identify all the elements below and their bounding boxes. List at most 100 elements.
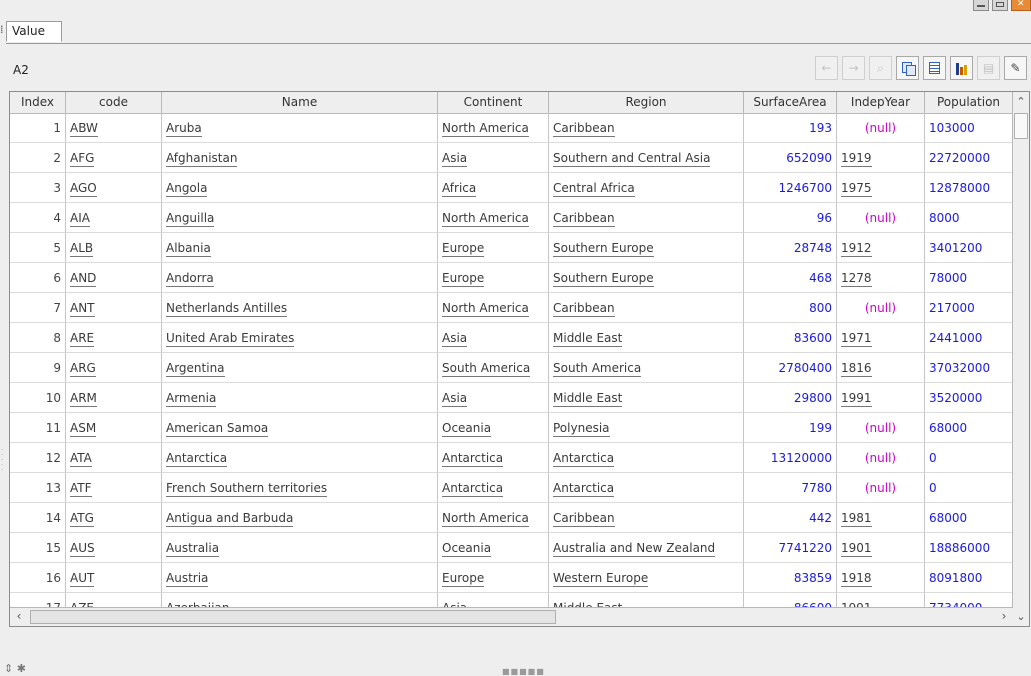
table-row[interactable]: 3 AGO Angola Africa Central Africa 1246700 197… xyxy=(10,173,1013,203)
table-cell[interactable]: Caribbean xyxy=(549,113,744,143)
column-header[interactable]: Region xyxy=(549,92,744,113)
table-row[interactable]: 8 ARE United Arab Emirates Asia Middle East 8… xyxy=(10,323,1013,353)
table-cell[interactable]: AUT xyxy=(66,563,162,593)
vertical-scroll-thumb[interactable] xyxy=(1014,113,1028,139)
back-button[interactable]: ← xyxy=(815,56,838,80)
table-row[interactable]: 5 ALB Albania Europe Southern Europe 28748 191… xyxy=(10,233,1013,263)
table-cell[interactable]: 12878000 xyxy=(925,173,1013,203)
table-cell[interactable]: Caribbean xyxy=(549,503,744,533)
scroll-right-icon[interactable]: › xyxy=(995,608,1013,626)
table-cell[interactable]: 22720000 xyxy=(925,143,1013,173)
table-cell[interactable]: 217000 xyxy=(925,293,1013,323)
column-header[interactable]: code xyxy=(66,92,162,113)
table-cell[interactable]: (null) xyxy=(837,413,925,443)
table-cell[interactable]: 96 xyxy=(744,203,837,233)
horizontal-scrollbar[interactable]: ‹ › xyxy=(10,607,1013,626)
table-cell[interactable]: North America xyxy=(438,293,549,323)
table-cell[interactable]: 193 xyxy=(744,113,837,143)
table-cell[interactable]: Austria xyxy=(162,563,438,593)
table-row[interactable]: 13 ATF French Southern territories Antarcti… xyxy=(10,473,1013,503)
table-cell[interactable]: 442 xyxy=(744,503,837,533)
table-cell[interactable]: 1278 xyxy=(837,263,925,293)
scroll-left-icon[interactable]: ‹ xyxy=(10,608,28,626)
table-cell[interactable]: Antarctica xyxy=(438,473,549,503)
table-cell[interactable]: AUS xyxy=(66,533,162,563)
scroll-up-icon[interactable]: ⌃ xyxy=(1013,92,1029,112)
find-button[interactable]: ⌕ xyxy=(869,56,892,80)
table-cell[interactable]: Aruba xyxy=(162,113,438,143)
table-cell[interactable]: 199 xyxy=(744,413,837,443)
chart-button[interactable] xyxy=(950,56,973,80)
table-cell[interactable]: Asia xyxy=(438,143,549,173)
table-cell[interactable]: Albania xyxy=(162,233,438,263)
table-cell[interactable]: Asia xyxy=(438,383,549,413)
table-cell[interactable]: Polynesia xyxy=(549,413,744,443)
table-cell[interactable]: Caribbean xyxy=(549,203,744,233)
table-cell[interactable]: Antarctica xyxy=(162,443,438,473)
table-cell[interactable]: 8 xyxy=(10,323,66,353)
table-cell[interactable]: 1981 xyxy=(837,503,925,533)
table-cell[interactable]: 3520000 xyxy=(925,383,1013,413)
table-cell[interactable]: Argentina xyxy=(162,353,438,383)
table-cell[interactable]: Oceania xyxy=(438,533,549,563)
table-row[interactable]: 10 ARM Armenia Asia Middle East 29800 1991 3520… xyxy=(10,383,1013,413)
table-cell[interactable]: Caribbean xyxy=(549,293,744,323)
table-cell[interactable]: Oceania xyxy=(438,413,549,443)
table-cell[interactable]: 15 xyxy=(10,533,66,563)
table-cell[interactable]: Netherlands Antilles xyxy=(162,293,438,323)
table-cell[interactable]: Antigua and Barbuda xyxy=(162,503,438,533)
table-cell[interactable]: 11 xyxy=(10,413,66,443)
table-cell[interactable]: Antarctica xyxy=(549,473,744,503)
table-cell[interactable]: 1918 xyxy=(837,563,925,593)
table-cell[interactable]: 6 xyxy=(10,263,66,293)
table-cell[interactable]: Western Europe xyxy=(549,563,744,593)
table-cell[interactable]: Andorra xyxy=(162,263,438,293)
table-cell[interactable]: 12 xyxy=(10,443,66,473)
table-cell[interactable]: North America xyxy=(438,203,549,233)
minimize-button[interactable] xyxy=(973,0,989,11)
table-cell[interactable]: Europe xyxy=(438,563,549,593)
table-cell[interactable]: ABW xyxy=(66,113,162,143)
table-cell[interactable]: 13 xyxy=(10,473,66,503)
horizontal-scroll-thumb[interactable] xyxy=(30,610,556,624)
table-row[interactable]: 2 AFG Afghanistan Asia Southern and Central … xyxy=(10,143,1013,173)
table-cell[interactable]: 1912 xyxy=(837,233,925,263)
table-cell[interactable]: South America xyxy=(549,353,744,383)
table-cell[interactable]: ARG xyxy=(66,353,162,383)
table-cell[interactable]: 68000 xyxy=(925,413,1013,443)
table-cell[interactable]: 1975 xyxy=(837,173,925,203)
table-row[interactable]: 4 AIA Anguilla North America Caribbean 96 (nul… xyxy=(10,203,1013,233)
table-cell[interactable]: 0 xyxy=(925,443,1013,473)
pin-button[interactable]: ✎ xyxy=(1004,56,1027,80)
column-header[interactable]: Index xyxy=(10,92,66,113)
table-cell[interactable]: Australia and New Zealand xyxy=(549,533,744,563)
table-cell[interactable]: ARM xyxy=(66,383,162,413)
table-cell[interactable]: 7780 xyxy=(744,473,837,503)
table-cell[interactable]: Europe xyxy=(438,263,549,293)
table-row[interactable]: 1 ABW Aruba North America Caribbean 193 (null)… xyxy=(10,113,1013,143)
table-cell[interactable]: 1971 xyxy=(837,323,925,353)
vertical-scrollbar[interactable]: ⌃ xyxy=(1012,92,1029,626)
table-cell[interactable]: 68000 xyxy=(925,503,1013,533)
table-cell[interactable]: Southern Europe xyxy=(549,263,744,293)
table-cell[interactable]: 83600 xyxy=(744,323,837,353)
table-cell[interactable]: South America xyxy=(438,353,549,383)
table-cell[interactable]: 37032000 xyxy=(925,353,1013,383)
table-cell[interactable]: 16 xyxy=(10,563,66,593)
table-cell[interactable]: (null) xyxy=(837,473,925,503)
table-cell[interactable]: AND xyxy=(66,263,162,293)
table-cell[interactable]: 3 xyxy=(10,173,66,203)
table-cell[interactable]: 83859 xyxy=(744,563,837,593)
table-row[interactable]: 6 AND Andorra Europe Southern Europe 468 1278 7… xyxy=(10,263,1013,293)
column-header[interactable]: SurfaceArea xyxy=(744,92,837,113)
side-grip-icon[interactable]: · · · · · xyxy=(1,447,6,474)
table-cell[interactable]: Antarctica xyxy=(438,443,549,473)
table-cell[interactable]: ASM xyxy=(66,413,162,443)
table-cell[interactable]: 0 xyxy=(925,473,1013,503)
table-cell[interactable]: 2 xyxy=(10,143,66,173)
table-cell[interactable]: Central Africa xyxy=(549,173,744,203)
table-cell[interactable]: 1901 xyxy=(837,533,925,563)
forward-button[interactable]: → xyxy=(842,56,865,80)
table-row[interactable]: 14 ATG Antigua and Barbuda North America Car… xyxy=(10,503,1013,533)
close-button[interactable]: ✕ xyxy=(1011,0,1031,11)
